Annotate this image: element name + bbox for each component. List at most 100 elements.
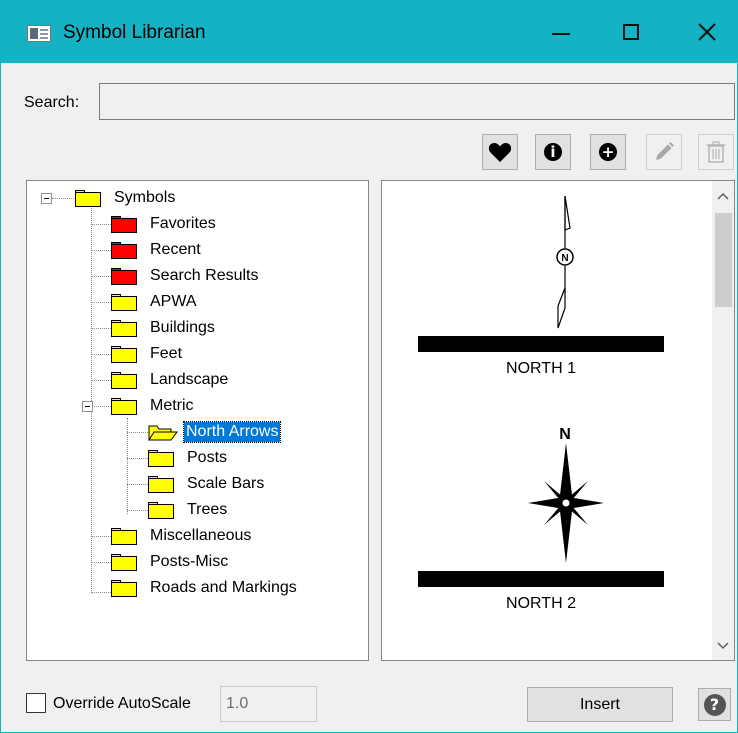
tree-connector bbox=[91, 592, 111, 593]
chevron-down-icon bbox=[717, 642, 729, 650]
heart-icon bbox=[488, 142, 512, 162]
folder-icon bbox=[111, 553, 138, 571]
delete-button[interactable] bbox=[698, 134, 734, 170]
tree-item-label: Landscape bbox=[150, 371, 229, 388]
folder-icon bbox=[111, 267, 138, 285]
tree-item-label: Miscellaneous bbox=[150, 527, 252, 544]
maximize-icon bbox=[623, 24, 639, 40]
tree-item-metric[interactable]: Metric bbox=[111, 394, 196, 418]
insert-button[interactable]: Insert bbox=[527, 687, 673, 722]
symbol-librarian-window: Symbol Librarian Search: i + Symbols Fav… bbox=[0, 0, 738, 733]
autoscale-value-field[interactable] bbox=[220, 686, 317, 722]
tree-connector bbox=[91, 406, 111, 407]
folder-icon bbox=[111, 241, 138, 259]
override-autoscale-checkbox[interactable] bbox=[26, 693, 46, 713]
tree-item-label: Metric bbox=[150, 397, 194, 414]
tree-connector bbox=[91, 354, 111, 355]
folder-icon bbox=[111, 345, 138, 363]
info-button[interactable]: i bbox=[535, 134, 571, 170]
tree-item-label: Favorites bbox=[150, 215, 216, 232]
tree-connector bbox=[91, 380, 111, 381]
chevron-up-icon bbox=[717, 192, 729, 200]
tree-item-favorites[interactable]: Favorites bbox=[111, 212, 218, 236]
title-bar[interactable]: Symbol Librarian bbox=[1, 1, 737, 63]
help-button[interactable]: ? bbox=[698, 688, 731, 721]
tree-item-miscellaneous[interactable]: Miscellaneous bbox=[111, 524, 253, 548]
close-icon bbox=[698, 23, 716, 41]
tree-item-landscape[interactable]: Landscape bbox=[111, 368, 230, 392]
scroll-down-button[interactable] bbox=[712, 635, 734, 657]
tree-item-symbols[interactable]: Symbols bbox=[75, 186, 177, 210]
symbol-thumbnail: N bbox=[418, 423, 664, 587]
tree-connector bbox=[91, 562, 111, 563]
symbol-name: NORTH 1 bbox=[506, 360, 576, 377]
svg-text:N: N bbox=[559, 426, 571, 443]
search-label: Search: bbox=[24, 94, 80, 111]
tree-item-north-arrows[interactable]: North Arrows bbox=[148, 420, 282, 444]
close-button[interactable] bbox=[677, 1, 737, 63]
tree-item-roads-and-markings[interactable]: Roads and Markings bbox=[111, 576, 299, 600]
north-arrow-2-icon: N bbox=[528, 426, 604, 563]
favorite-button[interactable] bbox=[482, 134, 518, 170]
tree-connector bbox=[91, 250, 111, 251]
north-arrow-1-icon: N bbox=[556, 195, 574, 329]
help-icon: ? bbox=[703, 693, 726, 716]
app-icon bbox=[27, 25, 51, 42]
tree-item-search-results[interactable]: Search Results bbox=[111, 264, 261, 288]
tree-connector bbox=[91, 276, 111, 277]
tree-connector bbox=[127, 510, 148, 511]
symbol-card-north-2[interactable]: N NORTH 2 bbox=[418, 423, 664, 613]
plus-icon: + bbox=[599, 143, 617, 161]
symbol-name: NORTH 2 bbox=[506, 595, 576, 612]
symbol-preview-list[interactable]: N NORTH 1 N NORTH 2 bbox=[381, 180, 735, 661]
minimize-icon bbox=[552, 33, 570, 35]
tree-connector bbox=[127, 432, 148, 433]
tree-item-label: Posts bbox=[187, 449, 228, 466]
tree-item-posts[interactable]: Posts bbox=[148, 446, 229, 470]
tree-item-posts-misc[interactable]: Posts-Misc bbox=[111, 550, 230, 574]
tree-item-label: Symbols bbox=[114, 189, 176, 206]
folder-icon bbox=[148, 475, 175, 493]
folder-icon bbox=[111, 579, 138, 597]
tree-item-buildings[interactable]: Buildings bbox=[111, 316, 217, 340]
svg-text:N: N bbox=[561, 253, 568, 264]
symbol-underline-bar bbox=[418, 336, 664, 352]
expander-symbols[interactable] bbox=[41, 193, 52, 204]
tree-connector bbox=[52, 198, 74, 199]
symbol-card-north-1[interactable]: N NORTH 1 bbox=[418, 188, 664, 378]
tree-item-label: Posts-Misc bbox=[150, 553, 229, 570]
add-button[interactable]: + bbox=[590, 134, 626, 170]
tree-item-label: Roads and Markings bbox=[150, 579, 297, 596]
tree-item-apwa[interactable]: APWA bbox=[111, 290, 199, 314]
preview-scrollbar[interactable] bbox=[712, 181, 734, 660]
open-folder-icon bbox=[148, 425, 178, 441]
folder-icon bbox=[111, 293, 138, 311]
symbol-thumbnail: N bbox=[418, 188, 664, 352]
tree-item-label: North Arrows bbox=[182, 421, 282, 443]
info-icon: i bbox=[544, 143, 562, 161]
expander-metric[interactable] bbox=[82, 401, 93, 412]
folder-icon bbox=[148, 501, 175, 519]
folder-icon bbox=[75, 189, 102, 207]
tree-item-scale-bars[interactable]: Scale Bars bbox=[148, 472, 266, 496]
tree-item-label: Scale Bars bbox=[187, 475, 265, 492]
folder-icon bbox=[111, 527, 138, 545]
tree-item-feet[interactable]: Feet bbox=[111, 342, 184, 366]
tree-connector bbox=[127, 458, 148, 459]
tree-item-trees[interactable]: Trees bbox=[148, 498, 229, 522]
scroll-up-button[interactable] bbox=[712, 185, 734, 207]
tree-item-label: Trees bbox=[187, 501, 228, 518]
tree-item-recent[interactable]: Recent bbox=[111, 238, 203, 262]
minimize-button[interactable] bbox=[531, 1, 591, 63]
maximize-button[interactable] bbox=[601, 1, 661, 63]
search-input[interactable] bbox=[99, 83, 735, 120]
symbol-underline-bar bbox=[418, 571, 664, 587]
tree-item-label: Buildings bbox=[150, 319, 215, 336]
folder-icon bbox=[111, 319, 138, 337]
symbol-category-tree[interactable]: Symbols Favorites Recent Search Results … bbox=[26, 180, 369, 661]
pencil-icon bbox=[656, 142, 674, 160]
window-title: Symbol Librarian bbox=[63, 22, 206, 43]
tree-item-label: APWA bbox=[150, 293, 197, 310]
edit-button[interactable] bbox=[646, 134, 682, 170]
scroll-thumb[interactable] bbox=[715, 213, 732, 307]
